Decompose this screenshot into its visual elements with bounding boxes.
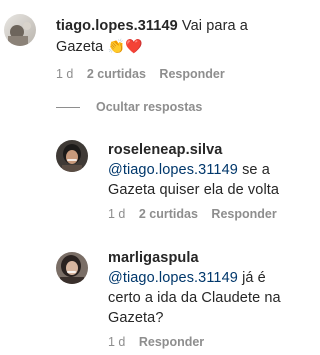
reply-reply-button[interactable]: Responder xyxy=(139,334,204,350)
avatar-roselene[interactable] xyxy=(56,140,88,172)
reply-meta: 1 d Responder xyxy=(108,334,204,350)
hide-replies-button[interactable]: Ocultar respostas xyxy=(56,98,202,116)
reply-text-line2: Gazeta quiser ela de volta xyxy=(108,182,280,198)
avatar-marli[interactable] xyxy=(56,252,88,284)
comment-body: tiago.lopes.31149 Vai para a Gazeta 👏❤️ xyxy=(56,16,292,57)
comment-text-line1: Vai para a xyxy=(177,18,248,34)
reply-time: 1 d xyxy=(108,335,126,349)
hide-replies-label: Ocultar respostas xyxy=(96,100,203,114)
clap-heart-emoji-icon: 👏❤️ xyxy=(107,38,143,54)
reply-text-after-mention: já é xyxy=(237,270,266,286)
reply-likes[interactable]: 2 curtidas xyxy=(139,206,198,222)
comment-username[interactable]: tiago.lopes.31149 xyxy=(56,18,178,34)
comment-time: 1 d xyxy=(56,67,74,81)
avatar-tiago[interactable] xyxy=(4,14,36,46)
reply-meta: 1 d 2 curtidas Responder xyxy=(108,206,277,222)
reply-text-line3: Gazeta? xyxy=(108,310,164,326)
reply-body: roseleneap.silva @tiago.lopes.31149 se a… xyxy=(108,140,294,200)
comment-reply-button[interactable]: Responder xyxy=(159,66,224,82)
reply-username[interactable]: marligaspula xyxy=(108,250,199,266)
comment-likes[interactable]: 2 curtidas xyxy=(87,66,146,82)
reply-reply-button[interactable]: Responder xyxy=(211,206,276,222)
reply-text-after-mention: se a xyxy=(237,162,270,178)
comment-meta: 1 d 2 curtidas Responder xyxy=(56,66,225,82)
reply-mention-link[interactable]: @tiago.lopes.31149 xyxy=(108,270,238,286)
reply-mention-link[interactable]: @tiago.lopes.31149 xyxy=(108,162,238,178)
reply-time: 1 d xyxy=(108,207,126,221)
reply-username[interactable]: roseleneap.silva xyxy=(108,142,222,158)
comment-text-line2: Gazeta xyxy=(56,39,108,55)
hide-replies-line xyxy=(56,106,80,108)
reply-text-line2: certo a ida da Claudete na xyxy=(108,290,281,306)
reply-body: marligaspula @tiago.lopes.31149 já é cer… xyxy=(108,248,294,328)
